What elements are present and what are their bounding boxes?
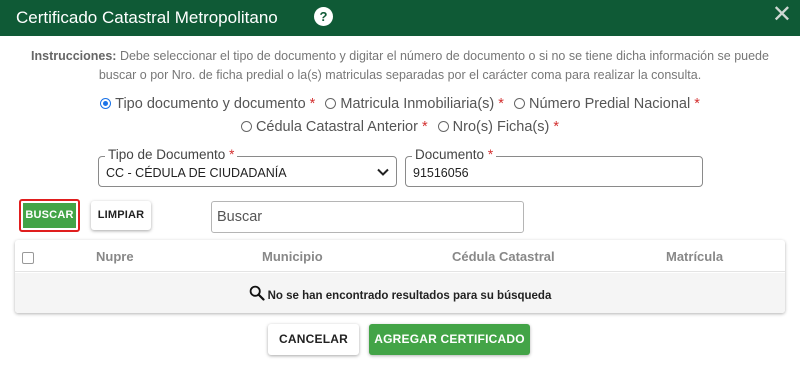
radio-option-numero-predial[interactable]: Número Predial Nacional * [513,96,700,112]
radio-option-matricula[interactable]: Matricula Inmobiliaria(s) * [325,96,504,112]
chevron-down-icon[interactable] [376,165,390,179]
empty-results-message: No se han encontrado resultados para su … [267,290,552,302]
empty-results-row: No se han encontrado resultados para su … [15,285,785,302]
help-icon[interactable]: ? [314,7,333,26]
column-header-cedula-catastral[interactable]: Cédula Catastral [452,249,555,264]
column-header-municipio[interactable]: Municipio [262,249,323,264]
search-input[interactable]: Buscar [211,201,524,233]
instructions-label: Instrucciones: [31,49,117,63]
required-marker: * [309,96,316,112]
radio-option-cedula-catastral[interactable]: Cédula Catastral Anterior * [240,119,428,135]
dialog-title: Certificado Catastral Metropolitano [16,8,278,27]
tipo-documento-value: CC - CÉDULA DE CIUDADANÍA [106,166,287,180]
search-type-options-row-2: Cédula Catastral Anterior * Nro(s) Ficha… [0,119,800,135]
required-marker: * [421,119,428,135]
documento-label: Documento * [412,147,497,162]
radio-label: Tipo documento y documento [115,96,306,112]
required-marker: * [553,119,560,135]
table-body: No se han encontrado resultados para su … [15,273,785,313]
radio-button[interactable] [437,121,449,132]
search-type-options-row-1: Tipo documento y documento * Matricula I… [0,96,800,112]
buscar-button-label: BUSCAR [23,203,76,228]
documento-field[interactable]: Documento * 91516056 [405,147,703,187]
radio-button[interactable] [325,98,337,109]
column-header-matricula[interactable]: Matrícula [666,249,723,264]
documento-value[interactable]: 91516056 [413,166,469,180]
radio-label: Número Predial Nacional [528,96,691,112]
limpiar-button[interactable]: LIMPIAR [91,201,151,230]
radio-label: Matricula Inmobiliaria(s) [340,96,495,112]
column-header-nupre[interactable]: Nupre [96,249,134,264]
agregar-certificado-button[interactable]: AGREGAR CERTIFICADO [369,324,530,355]
instructions-text: Debe seleccionar el tipo de documento y … [98,49,769,82]
table-header: Nupre Municipio Cédula Catastral Matrícu… [15,240,785,272]
required-marker: * [498,96,504,112]
required-marker: * [694,96,700,112]
results-table: Nupre Municipio Cédula Catastral Matrícu… [15,240,785,313]
dialog-header: Certificado Catastral Metropolitano ? ✕ [0,0,800,36]
radio-option-nro-ficha[interactable]: Nro(s) Ficha(s) * [437,119,560,135]
radio-button[interactable] [513,98,525,109]
radio-label: Cédula Catastral Anterior [255,119,418,135]
buscar-button[interactable]: BUSCAR [19,199,80,232]
radio-button[interactable] [240,121,252,132]
instructions: Instrucciones: Debe seleccionar el tipo … [20,47,780,85]
radio-option-tipo-documento[interactable]: Tipo documento y documento * [100,96,315,112]
radio-button-checked[interactable] [100,98,112,109]
search-icon [249,285,265,301]
tipo-documento-label: Tipo de Documento * [105,147,238,162]
radio-label: Nro(s) Ficha(s) [452,119,550,135]
cancelar-button[interactable]: CANCELAR [268,324,359,355]
tipo-documento-select[interactable]: Tipo de Documento * CC - CÉDULA DE CIUDA… [98,147,397,187]
close-icon[interactable]: ✕ [772,3,792,27]
select-all-checkbox[interactable] [22,252,34,264]
